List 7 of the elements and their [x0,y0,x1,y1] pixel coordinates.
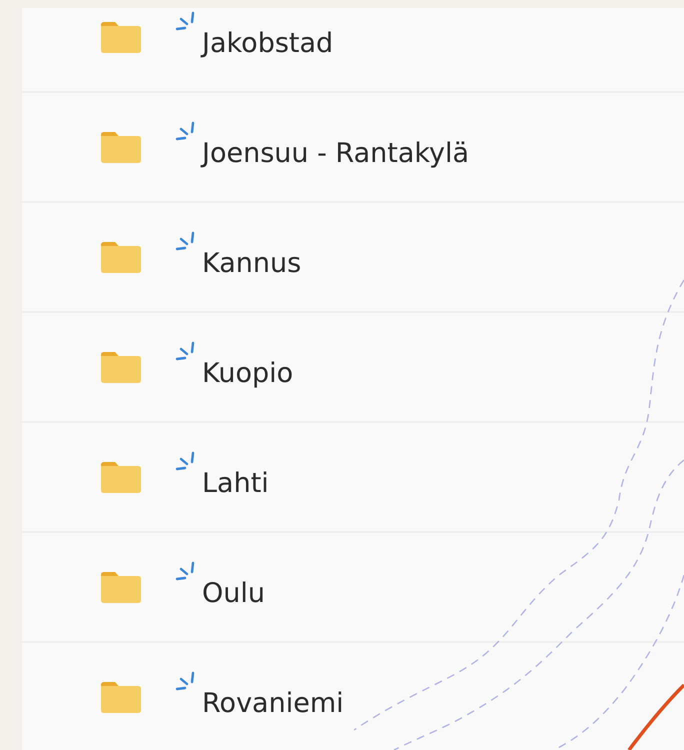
folder-name: Kannus [202,246,302,278]
folder-name: Oulu [202,576,265,608]
folder-name: Lahti [202,466,269,498]
folder-name: Rovaniemi [202,686,344,718]
folder-name: Joensuu - Rantakylä [202,136,470,168]
folder-name: Kuopio [202,356,294,388]
folder-name: Jakobstad [202,26,334,58]
